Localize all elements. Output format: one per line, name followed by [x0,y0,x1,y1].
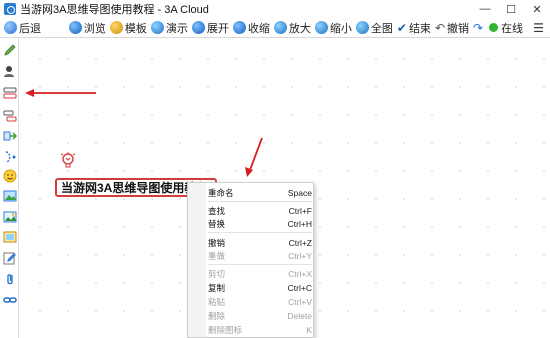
menu-item-shortcut: Ctrl+H [287,218,312,229]
photo-icon[interactable] [3,210,17,224]
collapse-label: 收缩 [247,22,270,35]
template-label: 模板 [124,22,147,35]
menu-item-label: 重命名 [208,187,234,198]
user-icon[interactable] [3,64,17,78]
undo-icon: ↶ [434,20,445,35]
expand-icon [191,21,205,34]
menu-item-label: 重做 [208,250,226,261]
context-menu: 重命名 Space 查找 Ctrl+F 替换 Ctrl+H 撤销 Ctrl+Z … [187,182,314,338]
lightbulb-icon [60,152,76,168]
online-status[interactable]: 在线 [489,19,523,37]
relation-arrow-icon[interactable] [3,129,17,143]
expand-label: 展开 [206,22,229,35]
menu-item-find[interactable]: 查找 Ctrl+F [208,204,312,217]
zoom-out-icon [314,21,328,34]
zoom-out-button[interactable]: 缩小 [314,19,352,37]
image-icon[interactable] [3,189,17,203]
expand-button[interactable]: 展开 [191,19,229,37]
zoom-in-label: 放大 [288,22,311,35]
minimize-button[interactable]: — [472,0,498,18]
pencil-icon[interactable] [3,43,17,57]
menu-item-undo[interactable]: 撤销 Ctrl+Z [208,236,312,249]
menu-separator [208,232,312,233]
summary-bracket-icon[interactable] [3,150,17,164]
window-title: 当游网3A思维导图使用教程 - 3A Cloud [20,4,209,16]
add-sibling-node-icon[interactable] [3,109,17,123]
link-icon[interactable] [3,293,17,307]
template-button[interactable]: 模板 [109,19,147,37]
add-child-node-icon[interactable] [3,86,17,100]
title-bar: 当游网3A思维导图使用教程 - 3A Cloud — ☐ ✕ [0,0,550,18]
emoji-icon[interactable] [3,169,17,183]
menu-item-shortcut: Space [287,187,312,198]
menu-item-label: 粘贴 [208,296,226,307]
menu-item-label: 剪切 [208,268,226,279]
close-button[interactable]: ✕ [524,0,550,18]
menu-item-label: 替换 [208,218,226,229]
menu-item-shortcut: Ctrl+C [287,282,312,293]
menu-item-redo[interactable]: 重做 Ctrl+Y [208,249,312,262]
zoom-in-button[interactable]: 放大 [273,19,311,37]
app-logo-icon [4,3,16,15]
back-label: 后退 [19,22,41,35]
menu-item-label: 复制 [208,282,226,293]
finish-button[interactable]: ✔ 结束 [397,19,431,37]
menu-item-delete[interactable]: 删除 Delete [208,309,312,322]
collapse-icon [232,21,246,34]
present-icon [150,21,164,34]
menu-separator [208,201,312,202]
hamburger-menu-icon[interactable]: ☰ [533,21,547,35]
menu-item-label: 查找 [208,205,226,216]
menu-item-shortcut: Ctrl+Z [288,237,312,248]
redo-icon: ↷ [473,20,484,35]
maximize-button[interactable]: ☐ [498,0,524,18]
collapse-button[interactable]: 收缩 [232,19,270,37]
globe-icon [68,21,82,34]
redo-button[interactable]: ↷ [473,19,485,37]
online-status-label: 在线 [501,22,524,35]
menu-item-label: 删除 [208,310,226,321]
context-menu-icon-strip [188,183,206,337]
zoom-out-label: 缩小 [329,22,352,35]
attachment-icon[interactable] [3,272,17,286]
finish-label: 结束 [408,22,431,35]
menu-separator [208,264,312,265]
undo-label: 撤销 [447,22,469,35]
picture-frame-icon[interactable] [3,230,17,244]
menu-item-shortcut: Ctrl+Y [288,250,312,261]
fit-view-icon [355,21,369,34]
back-arrow-icon [4,21,17,34]
menu-item-replace[interactable]: 替换 Ctrl+H [208,217,312,230]
menu-item-rename[interactable]: 重命名 Space [208,186,312,199]
menu-item-shortcut: Ctrl+X [288,268,312,279]
browse-label: 浏览 [83,22,106,35]
left-tool-sidebar [0,39,19,338]
fit-view-button[interactable]: 全图 [355,19,393,37]
main-toolbar: 后退 浏览 模板 演示 展开 收缩 放大 缩小 全图 ✔ 结束 ↶ 撤销 ↷ 在… [0,18,550,38]
template-icon [109,21,123,34]
menu-item-delete-icon[interactable]: 删除图标 K [208,323,312,336]
menu-item-shortcut: Ctrl+F [288,205,312,216]
present-button[interactable]: 演示 [150,19,188,37]
present-label: 演示 [165,22,188,35]
menu-item-label: 删除图标 [208,324,243,335]
menu-item-shortcut: Ctrl+V [288,296,312,307]
menu-item-paste[interactable]: 粘贴 Ctrl+V [208,295,312,308]
menu-item-label: 撤销 [208,237,226,248]
window-controls: — ☐ ✕ [472,0,550,18]
zoom-in-icon [273,21,287,34]
menu-item-shortcut: Delete [287,310,312,321]
checkmark-icon: ✔ [396,20,407,35]
note-edit-icon[interactable] [3,251,17,265]
menu-item-cut[interactable]: 剪切 Ctrl+X [208,267,312,280]
menu-item-copy[interactable]: 复制 Ctrl+C [208,281,312,294]
fit-view-label: 全图 [370,22,393,35]
browse-button[interactable]: 浏览 [68,19,106,37]
menu-item-shortcut: K [306,324,312,335]
online-status-icon [489,23,499,32]
undo-button[interactable]: ↶ 撤销 [435,19,469,37]
back-button[interactable]: 后退 [4,19,41,37]
